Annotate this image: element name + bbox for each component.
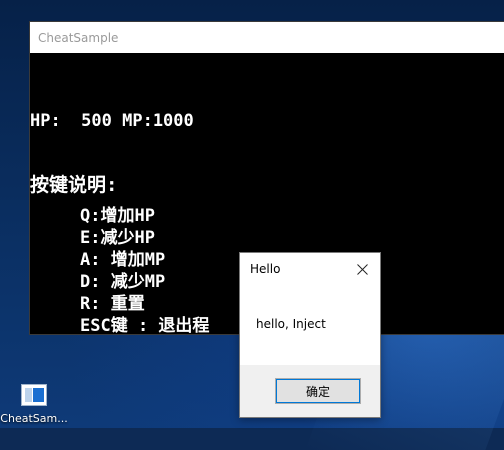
desktop-icon-label: CheatSam...	[0, 412, 68, 425]
hp-mp-status: HP: 500 MP:1000	[30, 111, 194, 131]
console-title: CheatSample	[38, 30, 119, 45]
key-help-line: R: 重置	[80, 294, 145, 314]
key-help-line: E:减少HP	[80, 228, 155, 248]
message-box-titlebar[interactable]: Hello	[240, 253, 380, 285]
key-help-line: A: 增加MP	[80, 250, 166, 270]
message-box-footer: 确定	[240, 365, 380, 417]
message-box[interactable]: Hello hello, Inject 确定	[239, 252, 381, 418]
app-window-icon	[21, 384, 47, 406]
key-help-line: Q:增加HP	[80, 206, 155, 226]
key-help-line: ESC键 : 退出程	[80, 316, 210, 336]
keys-header: 按键说明:	[30, 174, 118, 196]
console-titlebar[interactable]: CheatSample	[30, 22, 504, 53]
message-box-title: Hello	[250, 262, 281, 276]
ok-button[interactable]: 确定	[275, 378, 361, 404]
message-text: hello, Inject	[256, 317, 326, 331]
close-icon[interactable]	[350, 257, 374, 281]
key-help-line: D: 减少MP	[80, 272, 166, 292]
close-icon-glyph	[356, 263, 368, 275]
message-box-content: hello, Inject	[240, 285, 380, 363]
desktop-app-shortcut[interactable]: CheatSam...	[0, 384, 68, 428]
